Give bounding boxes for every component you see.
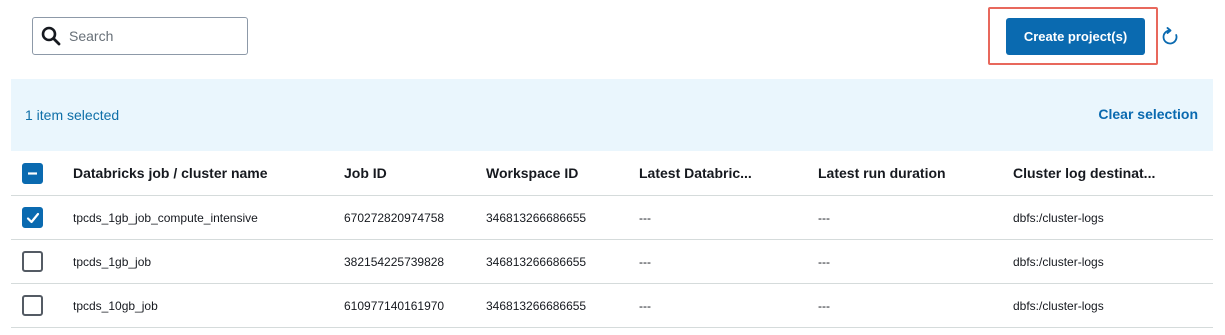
search-box[interactable] — [32, 17, 248, 55]
cell-latest-run: --- — [639, 298, 651, 313]
cell-log-destination: dbfs:/cluster-logs — [1013, 298, 1104, 313]
cell-job-id: 382154225739828 — [344, 254, 445, 269]
row-checkbox[interactable] — [22, 295, 43, 316]
column-header-job-id[interactable]: Job ID — [344, 151, 387, 195]
create-projects-button[interactable]: Create project(s) — [1006, 18, 1145, 55]
cell-name: tpcds_1gb_job — [73, 254, 152, 269]
cell-log-destination: dbfs:/cluster-logs — [1013, 210, 1104, 225]
cell-latest-run: --- — [639, 210, 651, 225]
cell-job-id: 670272820974758 — [344, 210, 445, 225]
search-input[interactable] — [69, 21, 239, 51]
cell-workspace-id: 346813266686655 — [486, 210, 587, 225]
cell-run-duration: --- — [818, 298, 830, 313]
cell-run-duration: --- — [818, 210, 830, 225]
select-all-checkbox[interactable] — [22, 162, 43, 184]
table-row[interactable]: tpcds_10gb_job 610977140161970 346813266… — [11, 284, 1213, 328]
clear-selection-link[interactable]: Clear selection — [1098, 106, 1198, 122]
cell-latest-run: --- — [639, 254, 651, 269]
column-header-run-duration[interactable]: Latest run duration — [818, 151, 946, 195]
cell-workspace-id: 346813266686655 — [486, 254, 587, 269]
cell-job-id: 610977140161970 — [344, 298, 445, 313]
cell-name: tpcds_10gb_job — [73, 298, 158, 313]
column-header-log-destination[interactable]: Cluster log destinat... — [1013, 151, 1155, 195]
cell-run-duration: --- — [818, 254, 830, 269]
table-row[interactable]: tpcds_1gb_job 382154225739828 3468132666… — [11, 240, 1213, 284]
column-header-workspace-id[interactable]: Workspace ID — [486, 151, 578, 195]
refresh-icon[interactable] — [1158, 25, 1182, 49]
selection-banner: 1 item selected Clear selection — [11, 79, 1213, 151]
jobs-table: Databricks job / cluster name Job ID Wor… — [11, 151, 1213, 328]
cell-log-destination: dbfs:/cluster-logs — [1013, 254, 1104, 269]
cell-name: tpcds_1gb_job_compute_intensive — [73, 210, 258, 225]
column-header-name[interactable]: Databricks job / cluster name — [73, 151, 268, 195]
cell-workspace-id: 346813266686655 — [486, 298, 587, 313]
column-header-latest-run[interactable]: Latest Databric... — [639, 151, 752, 195]
row-checkbox[interactable] — [22, 251, 43, 272]
search-icon — [33, 18, 69, 54]
selection-count: 1 item selected — [25, 107, 120, 123]
table-header-row: Databricks job / cluster name Job ID Wor… — [11, 151, 1213, 196]
table-row[interactable]: tpcds_1gb_job_compute_intensive 67027282… — [11, 196, 1213, 240]
row-checkbox[interactable] — [22, 207, 43, 228]
